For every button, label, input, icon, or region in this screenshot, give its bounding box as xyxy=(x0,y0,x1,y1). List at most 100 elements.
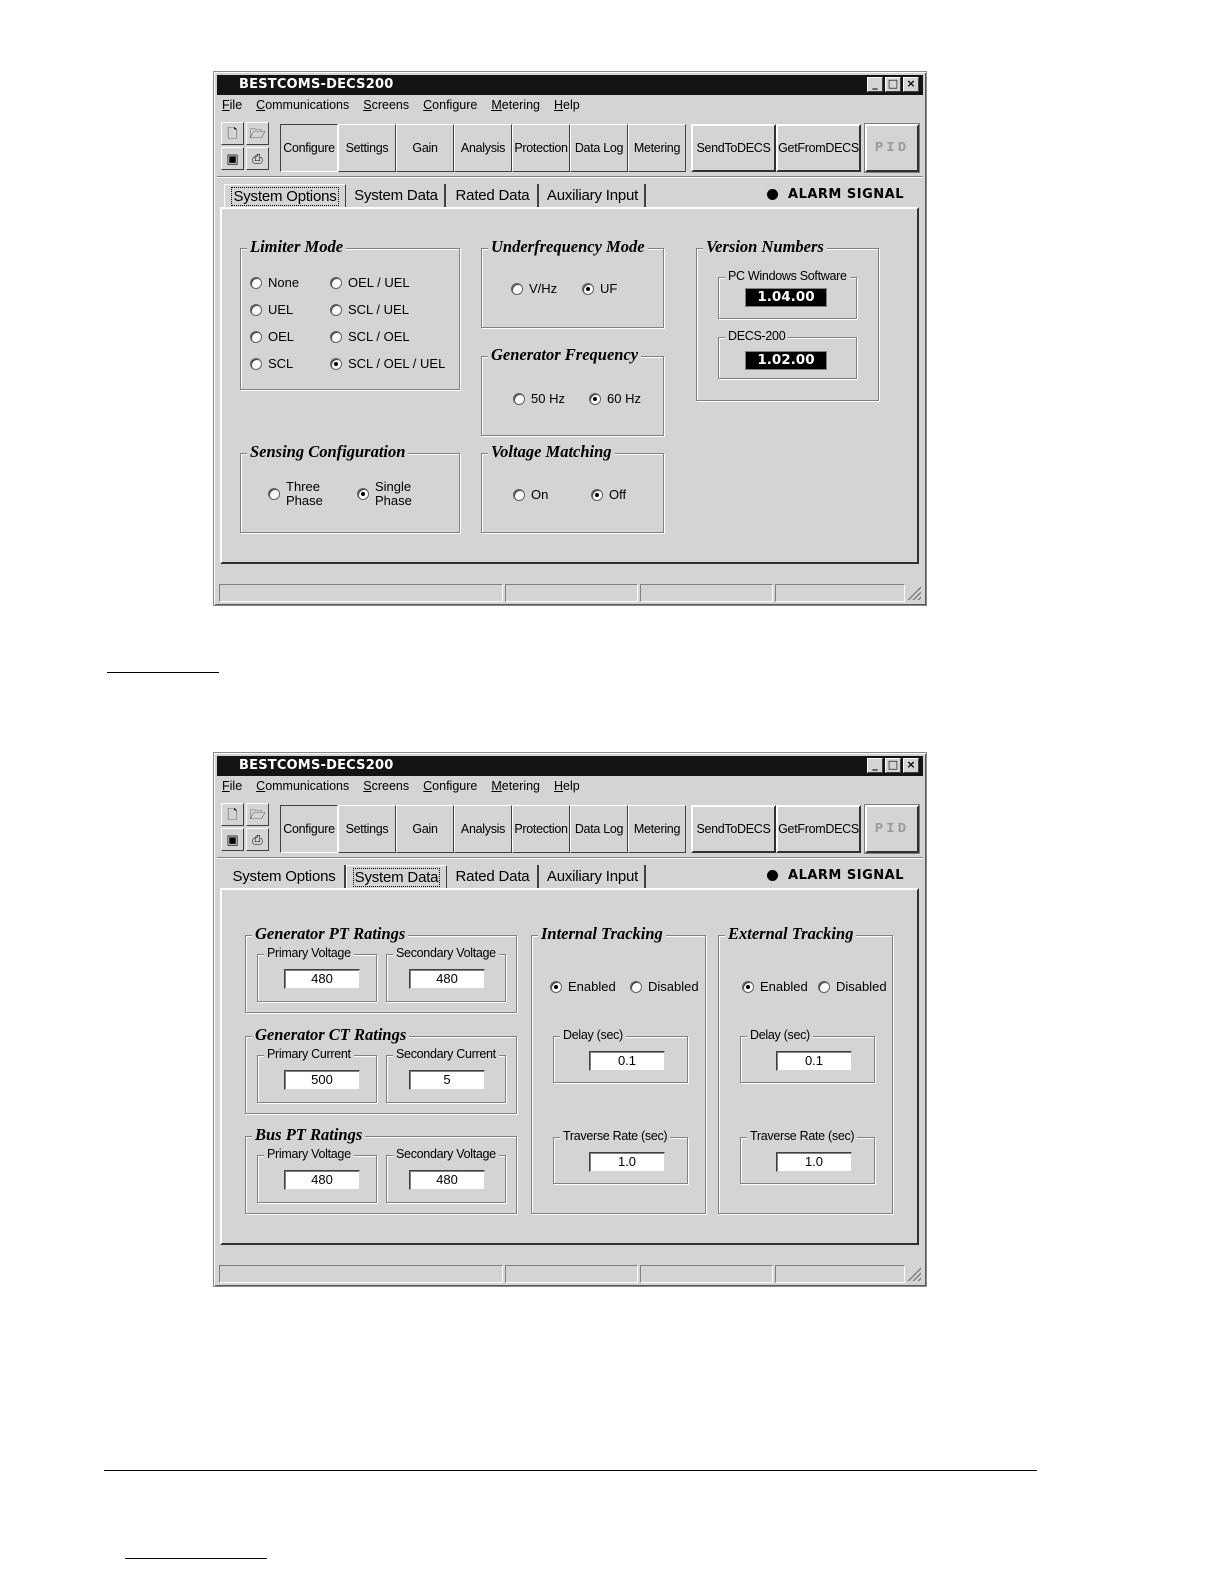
protection-button[interactable]: Protection xyxy=(512,124,570,172)
gen-pt-primary-input[interactable]: 480 xyxy=(284,969,360,989)
external-delay-input[interactable]: 0.1 xyxy=(776,1051,852,1071)
data-log-button[interactable]: Data Log xyxy=(570,124,628,172)
open-folder-icon[interactable]: 🗁 xyxy=(246,803,269,826)
limiter-scl-uel-radio[interactable]: SCL / UEL xyxy=(330,302,409,317)
gen-ct-secondary-label: Secondary Current xyxy=(393,1047,499,1061)
tab-system-data[interactable]: System Data xyxy=(346,865,447,889)
pc-software-group: PC Windows Software 1.04.00 xyxy=(718,269,857,319)
pid-button[interactable]: PID xyxy=(864,804,920,854)
menu-help[interactable]: Help xyxy=(554,98,580,116)
gain-button[interactable]: Gain xyxy=(396,805,454,853)
limiter-none-radio[interactable]: None xyxy=(250,275,299,290)
configure-button[interactable]: Configure xyxy=(280,805,338,853)
internal-enabled-radio[interactable]: Enabled xyxy=(550,979,616,994)
tab-system-options[interactable]: System Options xyxy=(224,865,346,889)
settings-button[interactable]: Settings xyxy=(338,124,396,172)
limiter-scl-oel-radio[interactable]: SCL / OEL xyxy=(330,329,410,344)
minimize-button[interactable]: _ xyxy=(867,77,883,92)
50hz-radio[interactable]: 50 Hz xyxy=(513,391,565,406)
open-folder-icon[interactable]: 🗁 xyxy=(246,122,269,145)
internal-disabled-radio[interactable]: Disabled xyxy=(630,979,699,994)
alarm-label: ALARM SIGNAL xyxy=(788,187,904,202)
version-numbers-group: Version Numbers PC Windows Software 1.04… xyxy=(696,237,879,401)
configure-button[interactable]: Configure xyxy=(280,124,338,172)
internal-tracking-group: Internal Tracking Enabled Disabled Delay… xyxy=(531,924,706,1214)
maximize-button[interactable]: □ xyxy=(885,758,901,773)
external-disabled-radio[interactable]: Disabled xyxy=(818,979,887,994)
resize-grip-icon[interactable] xyxy=(907,586,921,600)
limiter-scl-radio[interactable]: SCL xyxy=(250,356,293,371)
menu-screens[interactable]: Screens xyxy=(363,98,409,116)
tab-system-data[interactable]: System Data xyxy=(348,184,446,208)
menu-configure[interactable]: Configure xyxy=(423,779,477,797)
resize-grip-icon[interactable] xyxy=(907,1267,921,1281)
metering-button[interactable]: Metering xyxy=(628,805,686,853)
save-icon[interactable]: ▣ xyxy=(221,828,244,851)
close-button[interactable]: × xyxy=(903,77,919,92)
new-file-icon[interactable]: 🗋 xyxy=(221,122,244,145)
limiter-oel-radio[interactable]: OEL xyxy=(250,329,294,344)
limiter-uel-radio[interactable]: UEL xyxy=(250,302,293,317)
voltage-matching-off-radio[interactable]: Off xyxy=(591,487,626,502)
gain-button[interactable]: Gain xyxy=(396,124,454,172)
bus-pt-primary-input[interactable]: 480 xyxy=(284,1170,360,1190)
tab-rated-data[interactable]: Rated Data xyxy=(448,184,539,208)
menu-file[interactable]: File xyxy=(222,98,242,116)
bus-pt-secondary-input[interactable]: 480 xyxy=(409,1170,485,1190)
internal-traverse-input[interactable]: 1.0 xyxy=(589,1152,665,1172)
limiter-oel-uel-radio[interactable]: OEL / UEL xyxy=(330,275,410,290)
external-traverse-input[interactable]: 1.0 xyxy=(776,1152,852,1172)
menu-communications[interactable]: Communications xyxy=(256,98,349,116)
menu-metering[interactable]: Metering xyxy=(491,98,540,116)
gen-pt-secondary-input[interactable]: 480 xyxy=(409,969,485,989)
analysis-button[interactable]: Analysis xyxy=(454,124,512,172)
tab-auxiliary-input[interactable]: Auxiliary Input xyxy=(541,184,646,208)
three-phase-radio[interactable]: Three Phase xyxy=(268,480,323,508)
maximize-button[interactable]: □ xyxy=(885,77,901,92)
menu-configure[interactable]: Configure xyxy=(423,98,477,116)
tab-system-options[interactable]: System Options xyxy=(224,184,346,208)
single-phase-radio[interactable]: Single Phase xyxy=(357,480,412,508)
tab-auxiliary-input[interactable]: Auxiliary Input xyxy=(541,865,646,889)
menu-file[interactable]: File xyxy=(222,779,242,797)
send-to-decs-button[interactable]: SendToDECS xyxy=(691,124,776,172)
60hz-radio[interactable]: 60 Hz xyxy=(589,391,641,406)
menu-help[interactable]: Help xyxy=(554,779,580,797)
protection-button[interactable]: Protection xyxy=(512,805,570,853)
voltage-matching-on-radio[interactable]: On xyxy=(513,487,548,502)
limiter-scl-oel-uel-radio[interactable]: SCL / OEL / UEL xyxy=(330,356,445,371)
footer-link-rule xyxy=(125,1558,267,1559)
minimize-button[interactable]: _ xyxy=(867,758,883,773)
voltage-matching-group: Voltage Matching On Off xyxy=(481,442,664,533)
gen-ct-primary-label: Primary Current xyxy=(264,1047,354,1061)
menu-metering[interactable]: Metering xyxy=(491,779,540,797)
generator-frequency-group: Generator Frequency 50 Hz 60 Hz xyxy=(481,345,664,436)
pid-button[interactable]: PID xyxy=(864,123,920,173)
save-icon[interactable]: ▣ xyxy=(221,147,244,170)
tab-rated-data[interactable]: Rated Data xyxy=(448,865,539,889)
print-icon[interactable]: ⎙ xyxy=(246,828,269,851)
get-from-decs-button[interactable]: GetFromDECS xyxy=(776,124,861,172)
get-from-decs-button[interactable]: GetFromDECS xyxy=(776,805,861,853)
gen-ct-secondary-input[interactable]: 5 xyxy=(409,1070,485,1090)
external-enabled-radio[interactable]: Enabled xyxy=(742,979,808,994)
menu-screens[interactable]: Screens xyxy=(363,779,409,797)
print-icon[interactable]: ⎙ xyxy=(246,147,269,170)
internal-delay-input[interactable]: 0.1 xyxy=(589,1051,665,1071)
status-pane-2 xyxy=(505,1265,638,1283)
metering-button[interactable]: Metering xyxy=(628,124,686,172)
vhz-radio[interactable]: V/Hz xyxy=(511,281,557,296)
send-to-decs-button[interactable]: SendToDECS xyxy=(691,805,776,853)
status-bar xyxy=(217,580,923,602)
data-log-button[interactable]: Data Log xyxy=(570,805,628,853)
close-button[interactable]: × xyxy=(903,758,919,773)
window-title: BESTCOMS-DECS200 xyxy=(239,758,394,773)
menu-communications[interactable]: Communications xyxy=(256,779,349,797)
settings-button[interactable]: Settings xyxy=(338,805,396,853)
pc-software-version: 1.04.00 xyxy=(745,288,827,307)
analysis-button[interactable]: Analysis xyxy=(454,805,512,853)
uf-radio[interactable]: UF xyxy=(582,281,617,296)
new-file-icon[interactable]: 🗋 xyxy=(221,803,244,826)
gen-ct-primary-input[interactable]: 500 xyxy=(284,1070,360,1090)
alarm-label: ALARM SIGNAL xyxy=(788,868,904,883)
